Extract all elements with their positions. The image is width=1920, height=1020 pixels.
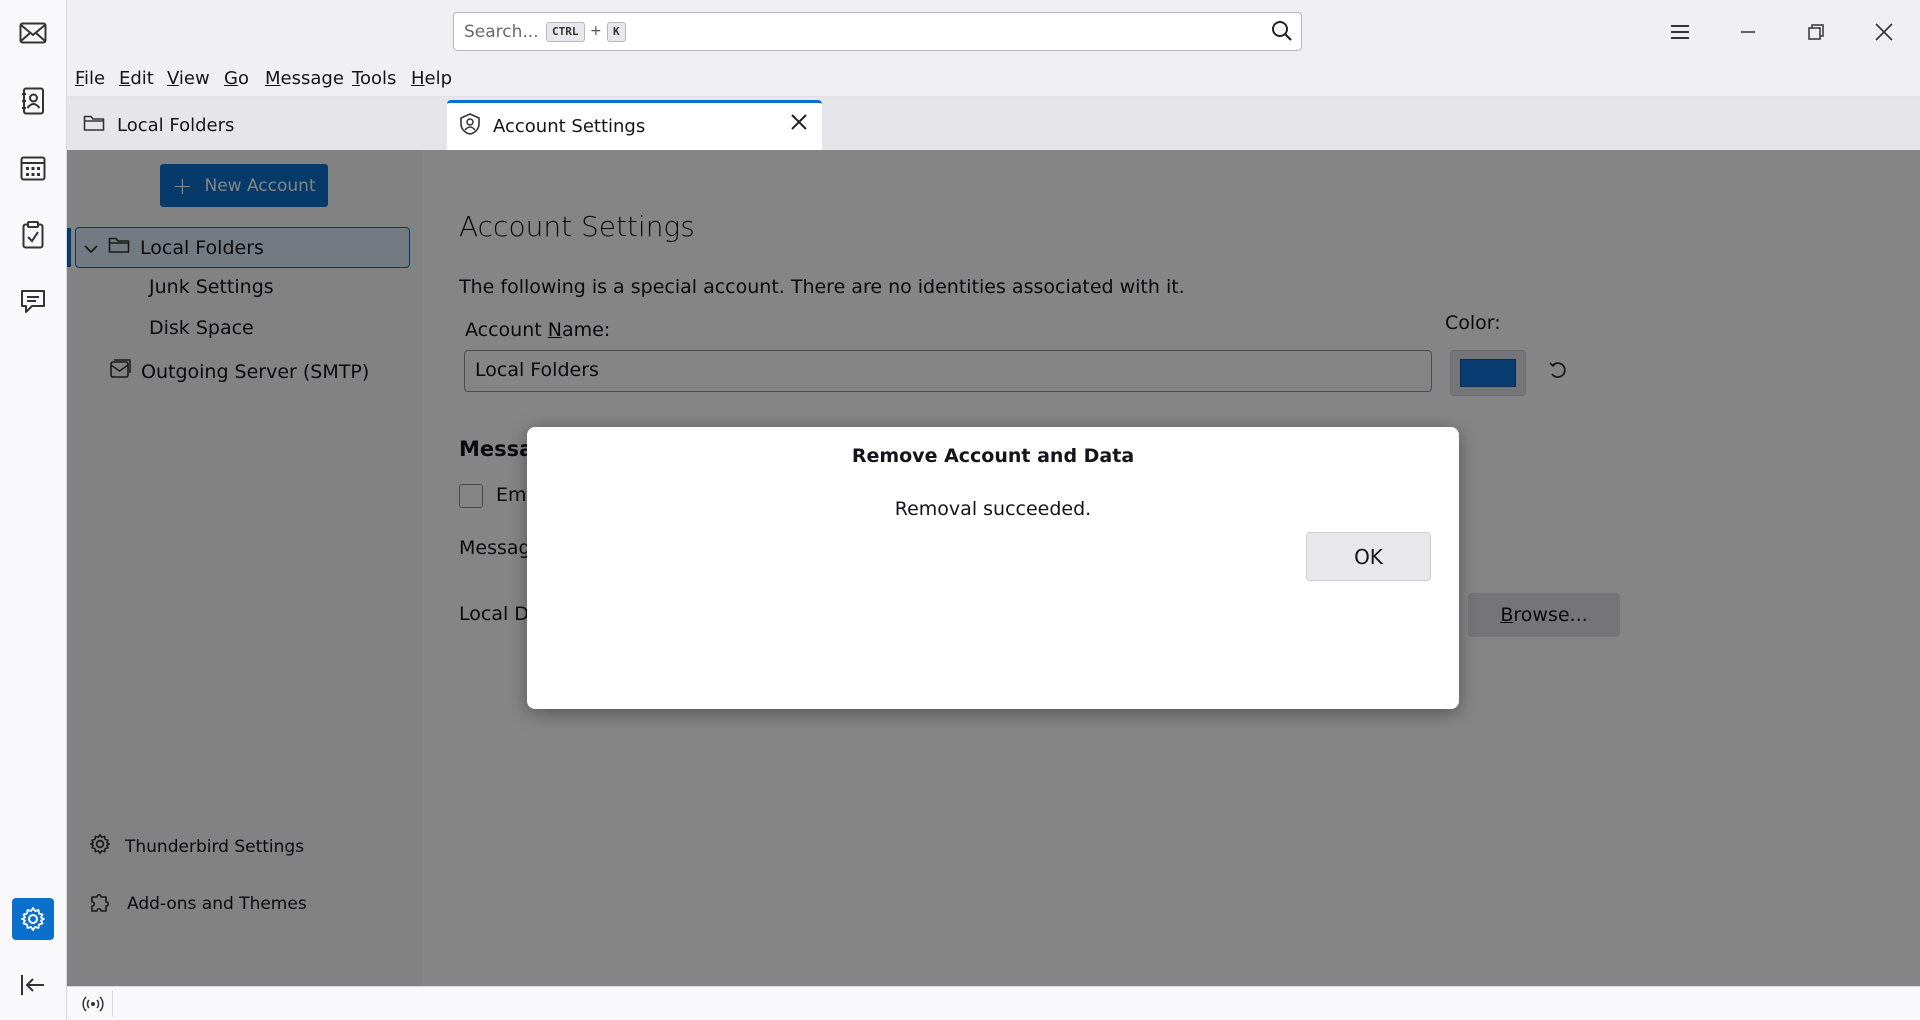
menu-view[interactable]: View <box>167 68 210 89</box>
menu-tools[interactable]: Tools <box>352 68 396 89</box>
close-window-icon[interactable] <box>1862 10 1906 54</box>
menu-file[interactable]: File <box>75 68 105 89</box>
close-tab-icon[interactable] <box>790 113 808 136</box>
folder-icon <box>83 114 105 137</box>
tab-account-settings[interactable]: Account Settings <box>447 100 822 150</box>
shortcut-ctrl-key: CTRL <box>546 22 585 42</box>
ok-button[interactable]: OK <box>1306 532 1431 581</box>
shortcut-plus: + <box>590 23 602 39</box>
tab-account-settings-label: Account Settings <box>493 116 646 137</box>
chat-icon[interactable] <box>12 281 54 323</box>
menu-message[interactable]: Message <box>265 68 344 89</box>
restore-icon[interactable] <box>1794 10 1838 54</box>
menu-bar: File Edit View Go Message Tools Help <box>67 63 1920 97</box>
tab-local-folders-label: Local Folders <box>117 114 235 136</box>
search-icon[interactable] <box>1271 20 1293 47</box>
account-settings-icon <box>459 113 481 140</box>
tasks-icon[interactable] <box>12 214 54 256</box>
shortcut-k-key: K <box>607 22 626 42</box>
dialog-message: Removal succeeded. <box>894 498 1092 520</box>
tab-bar: Local Folders Account Settings <box>67 97 1920 150</box>
settings-gear-icon[interactable] <box>12 898 54 940</box>
menu-help[interactable]: Help <box>411 68 452 89</box>
menu-edit[interactable]: Edit <box>119 68 154 89</box>
online-status-icon[interactable] <box>73 991 113 1017</box>
tab-local-folders[interactable]: Local Folders <box>67 100 447 150</box>
collapse-sidebar-icon[interactable] <box>12 964 54 1006</box>
mail-icon[interactable] <box>12 12 54 54</box>
remove-account-dialog: Remove Account and Data Removal succeede… <box>527 427 1459 709</box>
status-bar <box>67 986 1920 1020</box>
dialog-title: Remove Account and Data <box>851 445 1135 467</box>
menu-go[interactable]: Go <box>224 68 249 89</box>
app-menu-icon[interactable] <box>1658 10 1702 54</box>
address-book-icon[interactable] <box>12 80 54 122</box>
global-search-input[interactable]: Search... CTRL + K <box>453 12 1302 51</box>
spaces-toolbar <box>0 0 67 1020</box>
minimize-icon[interactable] <box>1726 10 1770 54</box>
title-bar: Search... CTRL + K <box>67 0 1920 63</box>
search-placeholder: Search... <box>464 22 539 42</box>
calendar-icon[interactable] <box>12 147 54 189</box>
